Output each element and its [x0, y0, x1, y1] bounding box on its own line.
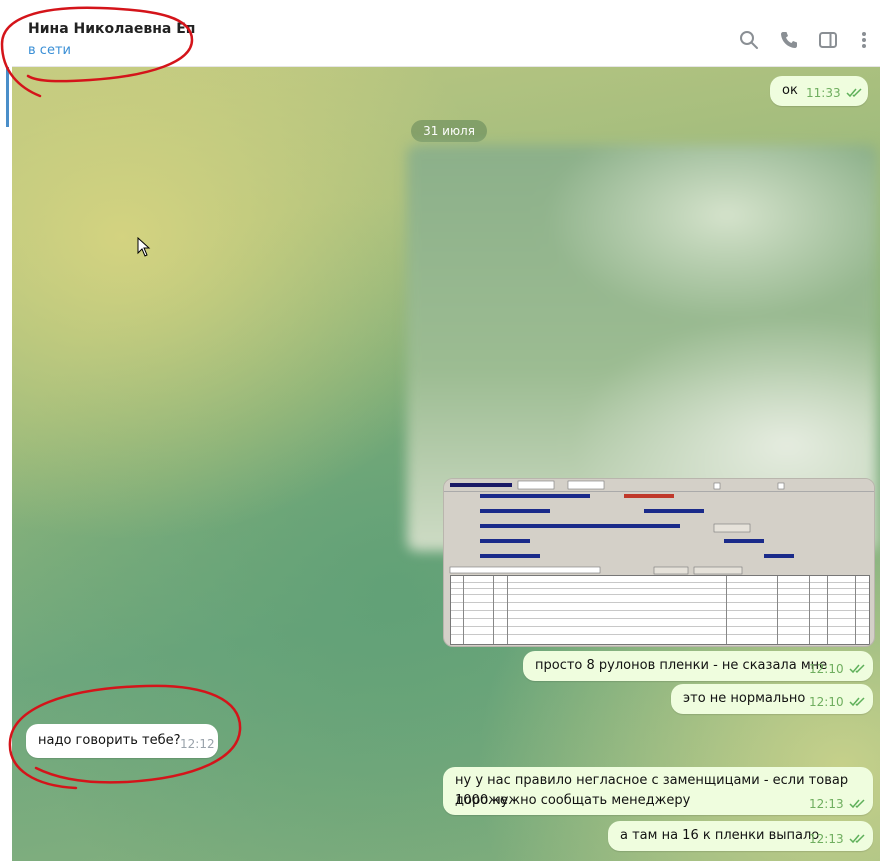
read-checkmarks-icon [846, 88, 862, 98]
message-time: 12:10 [809, 695, 844, 709]
message-bubble-out[interactable]: ок 11:33 [770, 76, 868, 106]
message-bubble-out[interactable]: это не нормально 12:10 [671, 684, 873, 714]
message-text: это не нормально [683, 691, 806, 706]
read-checkmarks-icon [849, 834, 865, 844]
photo-message-screenshot[interactable] [443, 478, 875, 647]
chat-header: Нина Николаевна Еп в сети [12, 12, 880, 67]
chat-area[interactable]: ок 11:33 31 июля просто 8 рулонов пленки… [12, 67, 880, 861]
message-time: 12:12 [180, 737, 215, 751]
read-checkmarks-icon [849, 664, 865, 674]
contact-status: в сети [28, 43, 71, 58]
date-separator: 31 июля [411, 120, 487, 142]
more-vertical-icon[interactable] [854, 30, 874, 50]
message-bubble-out[interactable]: ну у нас правило негласное с заменщицами… [443, 767, 873, 815]
message-text: просто 8 рулонов пленки - не сказала мне [535, 658, 828, 673]
message-text: ок [782, 83, 798, 98]
message-bubble-out[interactable]: а там на 16 к пленки выпало 12:13 [608, 821, 873, 851]
message-time: 12:13 [809, 797, 844, 811]
mouse-cursor-icon [137, 237, 151, 257]
message-time: 11:33 [806, 86, 841, 100]
message-time: 12:13 [809, 832, 844, 846]
contact-name[interactable]: Нина Николаевна Еп [28, 21, 195, 37]
message-time: 12:10 [809, 662, 844, 676]
search-icon[interactable] [739, 30, 759, 50]
read-checkmarks-icon [849, 697, 865, 707]
message-text: а там на 16 к пленки выпало [620, 828, 820, 843]
read-checkmarks-icon [849, 799, 865, 809]
phone-icon[interactable] [779, 30, 799, 50]
message-text: надо говорить тебе? [38, 733, 181, 748]
chat-list-accent [6, 67, 9, 127]
sidebar-toggle-icon[interactable] [818, 30, 838, 50]
message-bubble-out[interactable]: просто 8 рулонов пленки - не сказала мне… [523, 651, 873, 681]
screenshot-table [450, 575, 870, 645]
message-text-line2: 1000 нужно сообщать менеджеру [455, 793, 691, 808]
message-bubble-in[interactable]: надо говорить тебе? 12:12 [26, 724, 218, 758]
